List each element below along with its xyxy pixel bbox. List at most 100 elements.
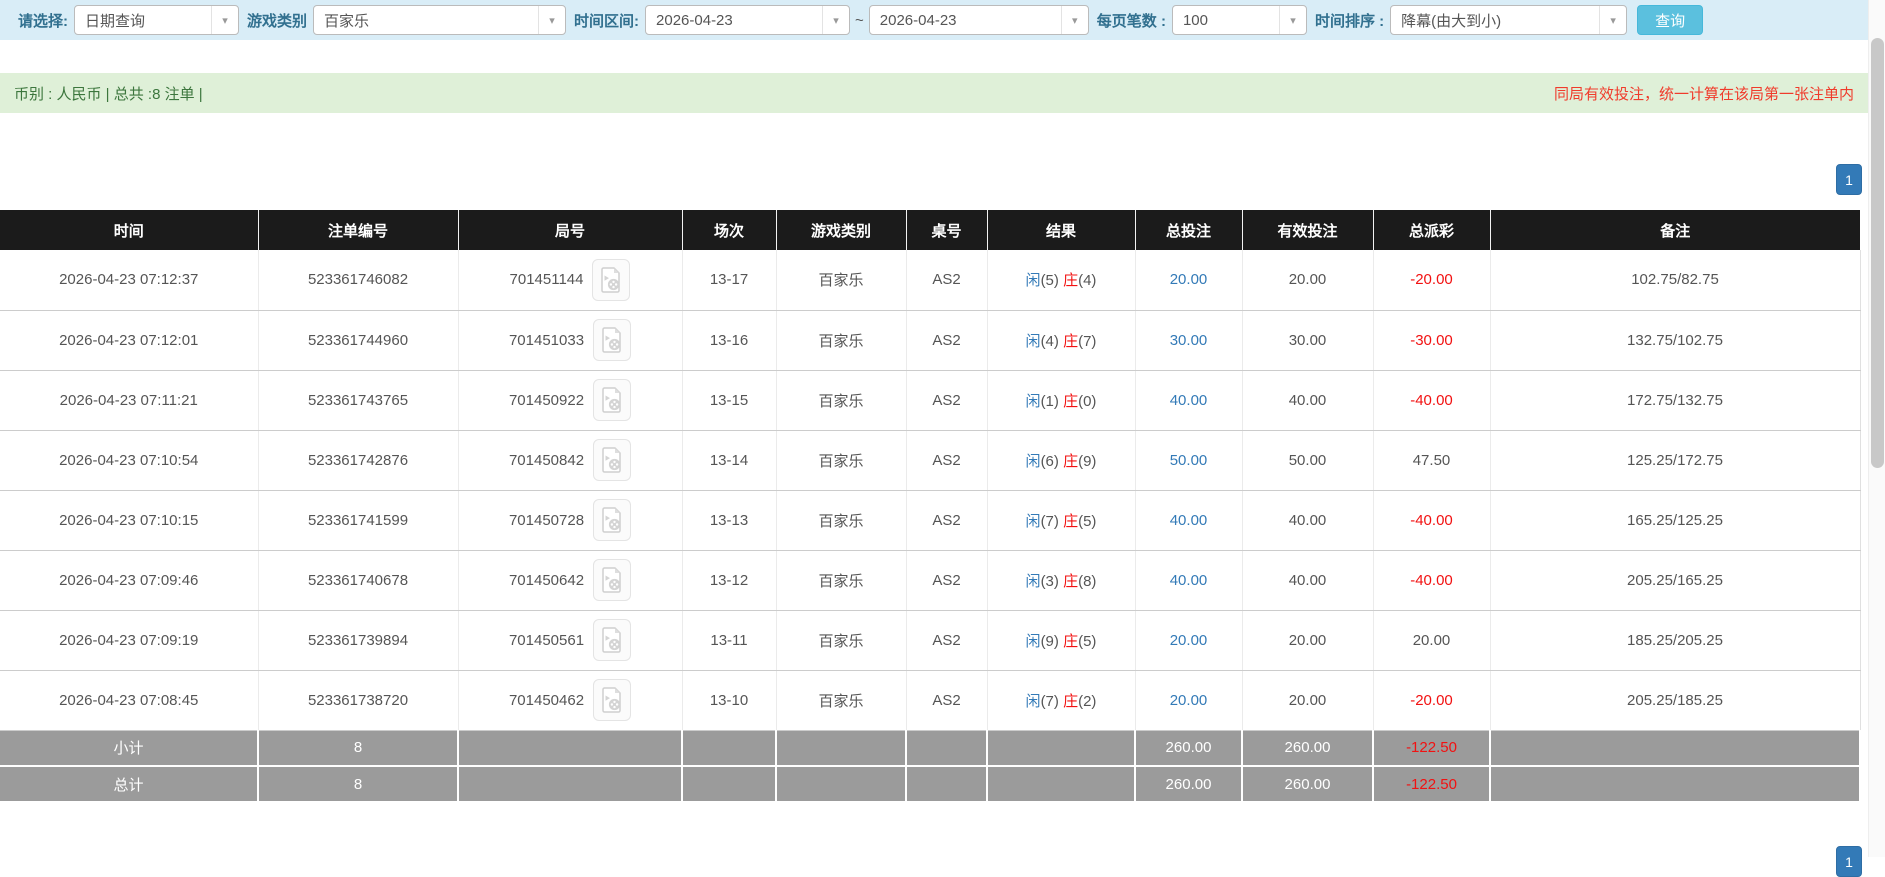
video-icon [600, 267, 622, 293]
cell-total-bet[interactable]: 40.00 [1135, 490, 1242, 550]
player-points: (7) [1041, 513, 1059, 530]
page-1-button-bottom[interactable]: 1 [1836, 846, 1862, 877]
cell-payout: 20.00 [1373, 610, 1490, 670]
cell-round-no: 701450642 [458, 550, 682, 610]
subtotal-row-empty-round [458, 730, 682, 766]
query-type-value: 日期查询 [75, 10, 145, 31]
cell-valid-bet: 20.00 [1242, 250, 1373, 310]
game-type-label: 游戏类别 [247, 10, 307, 31]
subtotal-row-empty-session [682, 730, 776, 766]
cell-result: 闲(9) 庄(5) [987, 610, 1135, 670]
video-replay-button[interactable] [593, 379, 631, 421]
cell-table-no: AS2 [906, 670, 987, 730]
cell-table-no: AS2 [906, 250, 987, 310]
search-button[interactable]: 查询 [1637, 5, 1703, 35]
cell-session: 13-13 [682, 490, 776, 550]
banker-label: 庄 [1063, 333, 1078, 350]
filter-date-to-select[interactable]: 2026-04-23 ▾ [869, 5, 1089, 35]
player-points: (4) [1041, 333, 1059, 350]
player-label: 闲 [1026, 333, 1041, 350]
filter-game-select[interactable]: 百家乐 ▾ [313, 5, 566, 35]
video-replay-button[interactable] [593, 679, 631, 721]
cell-total-bet[interactable]: 20.00 [1135, 250, 1242, 310]
cell-bet-no: 523361739894 [258, 610, 458, 670]
vertical-scrollbar[interactable] [1868, 0, 1885, 857]
cell-payout: -20.00 [1373, 250, 1490, 310]
cell-session: 13-15 [682, 370, 776, 430]
cell-game-type: 百家乐 [776, 490, 906, 550]
cell-valid-bet: 40.00 [1242, 490, 1373, 550]
cell-valid-bet: 50.00 [1242, 430, 1373, 490]
filter-date-from-select[interactable]: 2026-04-23 ▾ [645, 5, 850, 35]
player-label: 闲 [1026, 633, 1041, 650]
date-to-value: 2026-04-23 [870, 12, 957, 29]
banker-points: (7) [1078, 333, 1096, 350]
banker-label: 庄 [1063, 453, 1078, 470]
video-replay-button[interactable] [593, 619, 631, 661]
scrollbar-thumb[interactable] [1871, 38, 1884, 468]
total-row: 总计8260.00260.00-122.50 [0, 766, 1860, 802]
video-icon [601, 687, 623, 713]
cell-table-no: AS2 [906, 430, 987, 490]
cell-payout: 47.50 [1373, 430, 1490, 490]
table-footer: 小计8260.00260.00-122.50总计8260.00260.00-12… [0, 730, 1860, 802]
subtotal-row-empty-table [906, 730, 987, 766]
cell-time: 2026-04-23 07:11:21 [0, 370, 258, 430]
video-replay-button[interactable] [593, 499, 631, 541]
banker-label: 庄 [1063, 513, 1078, 530]
cell-valid-bet: 40.00 [1242, 550, 1373, 610]
filter-query-type-select[interactable]: 日期查询 ▾ [74, 5, 239, 35]
cell-result: 闲(7) 庄(2) [987, 670, 1135, 730]
table-row: 2026-04-23 07:12:01523361744960701451033… [0, 310, 1860, 370]
player-label: 闲 [1026, 453, 1041, 470]
page-1-button[interactable]: 1 [1836, 164, 1862, 195]
player-points: (9) [1041, 633, 1059, 650]
cell-total-bet[interactable]: 20.00 [1135, 610, 1242, 670]
filter-page-size-select[interactable]: 100 ▾ [1172, 5, 1307, 35]
banker-label: 庄 [1063, 573, 1078, 590]
cell-total-bet[interactable]: 40.00 [1135, 370, 1242, 430]
banker-points: (8) [1078, 573, 1096, 590]
total-row-empty-game [776, 766, 906, 802]
cell-bet-no: 523361741599 [258, 490, 458, 550]
banker-label: 庄 [1063, 633, 1078, 650]
video-replay-button[interactable] [593, 319, 631, 361]
cell-round-no: 701450842 [458, 430, 682, 490]
cell-game-type: 百家乐 [776, 310, 906, 370]
cell-round-no: 701451144 [458, 250, 682, 310]
video-replay-button[interactable] [592, 259, 630, 301]
cell-total-bet[interactable]: 50.00 [1135, 430, 1242, 490]
video-replay-button[interactable] [593, 559, 631, 601]
round-no-text: 701450842 [509, 452, 584, 469]
filter-sort-select[interactable]: 降幕(由大到小) ▾ [1390, 5, 1627, 35]
banker-label: 庄 [1063, 693, 1078, 710]
player-points: (5) [1041, 272, 1059, 289]
table-row: 2026-04-23 07:09:46523361740678701450642… [0, 550, 1860, 610]
round-no-text: 701450462 [509, 692, 584, 709]
video-icon [601, 327, 623, 353]
date-range-separator: ~ [855, 12, 864, 29]
date-from-value: 2026-04-23 [646, 12, 733, 29]
header-table-no: 桌号 [906, 210, 987, 250]
total-row-empty-result [987, 766, 1135, 802]
table-row: 2026-04-23 07:11:21523361743765701450922… [0, 370, 1860, 430]
chevron-down-icon: ▾ [1061, 6, 1088, 34]
header-remark: 备注 [1490, 210, 1860, 250]
cell-time: 2026-04-23 07:12:01 [0, 310, 258, 370]
banker-points: (5) [1078, 513, 1096, 530]
video-replay-button[interactable] [593, 439, 631, 481]
cell-remark: 165.25/125.25 [1490, 490, 1860, 550]
player-points: (1) [1041, 393, 1059, 410]
cell-total-bet[interactable]: 40.00 [1135, 550, 1242, 610]
page-size-value: 100 [1173, 12, 1208, 29]
cell-payout: -40.00 [1373, 370, 1490, 430]
sort-value: 降幕(由大到小) [1391, 10, 1501, 31]
total-row-empty-table [906, 766, 987, 802]
cell-total-bet[interactable]: 20.00 [1135, 670, 1242, 730]
player-label: 闲 [1026, 573, 1041, 590]
cell-remark: 102.75/82.75 [1490, 250, 1860, 310]
cell-payout: -40.00 [1373, 490, 1490, 550]
cell-round-no: 701450728 [458, 490, 682, 550]
chevron-down-icon: ▾ [211, 6, 238, 34]
cell-total-bet[interactable]: 30.00 [1135, 310, 1242, 370]
